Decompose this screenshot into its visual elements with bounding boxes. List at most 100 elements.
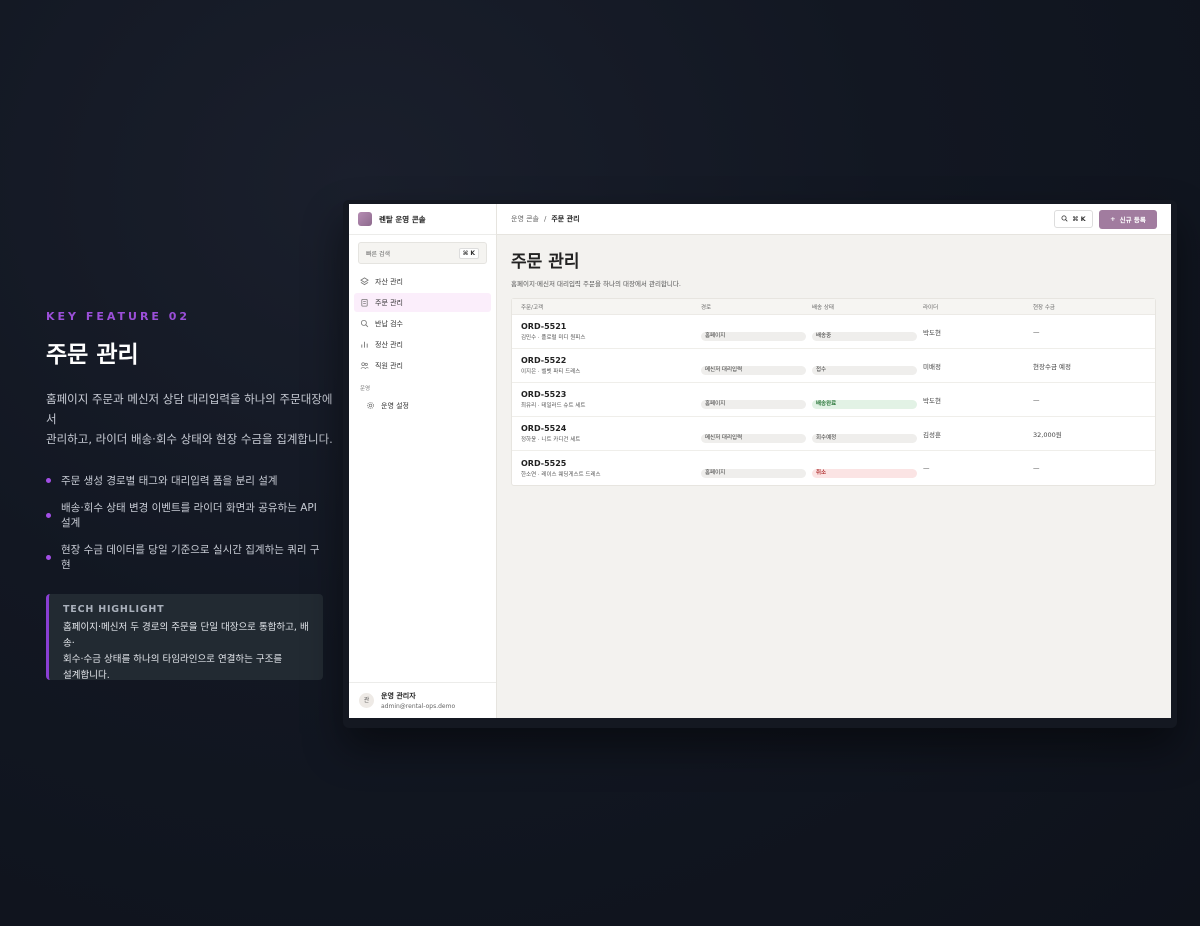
feature-description: 홈페이지 주문과 메신저 상담 대리입력을 하나의 주문대장에서 관리하고, 라… bbox=[46, 389, 336, 449]
rider-name: — bbox=[923, 464, 930, 472]
user-email: admin@rental-ops.demo bbox=[381, 703, 456, 710]
order-id: ORD-5525 bbox=[521, 458, 567, 468]
order-customer: 김민수 · 플로럴 미디 원피스 bbox=[521, 335, 586, 341]
status-badge: 배송완료 bbox=[812, 400, 917, 409]
sidebar-item-label: 주문 관리 bbox=[375, 298, 403, 307]
table-row[interactable]: ORD-5523 최유리 · 테일러드 슈트 세트 홈페이지 배송완료 박도현 … bbox=[512, 383, 1155, 417]
sidebar-item-label: 자산 관리 bbox=[375, 277, 403, 286]
table-row[interactable]: ORD-5521 김민수 · 플로럴 미디 원피스 홈페이지 배송중 박도현 — bbox=[512, 315, 1155, 349]
layers-icon bbox=[360, 277, 369, 286]
tech-highlight-text: 홈페이지·메신저 두 경로의 주문을 단일 대장으로 통합하고, 배송· 회수·… bbox=[63, 622, 309, 681]
column-header[interactable]: 라이더 bbox=[923, 303, 1033, 311]
sidebar-item-staff[interactable]: 직원 관리 bbox=[354, 356, 491, 375]
page-title: 주문 관리 bbox=[511, 252, 580, 272]
sidebar-item-returns[interactable]: 반납 검수 bbox=[354, 314, 491, 333]
breadcrumb-separator: / bbox=[544, 215, 547, 223]
table-row[interactable]: ORD-5525 한소연 · 레이스 웨딩게스트 드레스 홈페이지 취소 — — bbox=[512, 451, 1155, 485]
sidebar-item-settings[interactable]: 운영 설정 bbox=[354, 396, 491, 415]
sidebar: 렌탈 운영 콘솔 빠른 검색 ⌘ K 자산 관리 주문 관리 반납 검수 정산 … bbox=[349, 204, 497, 718]
tech-highlight: TECH HIGHLIGHT 홈페이지·메신저 두 경로의 주문을 단일 대장으… bbox=[46, 594, 323, 681]
sidebar-item-label: 반납 검수 bbox=[375, 319, 403, 328]
column-header[interactable]: 경로 bbox=[701, 303, 812, 311]
sidebar-item-orders[interactable]: 주문 관리 bbox=[354, 293, 491, 312]
feature-bullet: 현장 수금 데이터를 당일 기준으로 실시간 집계하는 쿼리 구현 bbox=[46, 542, 326, 572]
plus-icon: + bbox=[1110, 215, 1116, 223]
order-id: ORD-5522 bbox=[521, 356, 567, 365]
feature-bullet: 주문 생성 경로별 태그와 대리입력 폼을 분리 설계 bbox=[46, 473, 326, 488]
tech-highlight-label: TECH HIGHLIGHT bbox=[63, 604, 165, 615]
order-customer: 이지은 · 벨벳 파티 드레스 bbox=[521, 369, 581, 375]
brand-name: 렌탈 운영 콘솔 bbox=[379, 214, 426, 224]
order-customer: 정하윤 · 니트 카디건 세트 bbox=[521, 437, 581, 443]
feature-description-line: 관리하고, 라이더 배송·회수 상태와 현장 수금을 집계합니다. bbox=[46, 432, 333, 446]
column-header[interactable]: 배송 상태 bbox=[812, 303, 923, 311]
feature-bullet: 배송·회수 상태 변경 이벤트를 라이더 화면과 공유하는 API 설계 bbox=[46, 500, 326, 530]
status-badge: 취소 bbox=[812, 468, 917, 478]
orders-table: 주문/고객 경로 배송 상태 라이더 현장 수금 ORD-5521 김민수 · … bbox=[511, 298, 1156, 486]
sidebar-section-label: 운영 bbox=[360, 386, 371, 392]
quick-search-placeholder: 빠른 검색 bbox=[366, 250, 390, 258]
table-row[interactable]: ORD-5524 정하윤 · 니트 카디건 세트 메신저 대리입력 회수예정 김… bbox=[512, 417, 1155, 451]
new-order-label: 신규 등록 bbox=[1119, 216, 1146, 224]
table-header: 주문/고객 경로 배송 상태 라이더 현장 수금 bbox=[512, 299, 1155, 315]
order-id: ORD-5523 bbox=[521, 390, 567, 399]
rider-name: 박도현 bbox=[923, 328, 941, 337]
new-order-button[interactable]: + 신규 등록 bbox=[1099, 209, 1157, 229]
feature-kicker: KEY FEATURE 02 bbox=[46, 310, 191, 323]
user-name: 운영 관리자 bbox=[381, 692, 416, 700]
payment-value: — bbox=[1033, 464, 1040, 472]
sidebar-item-label: 정산 관리 bbox=[375, 340, 403, 349]
channel-badge: 홈페이지 bbox=[701, 400, 806, 409]
table-row[interactable]: ORD-5522 이지은 · 벨벳 파티 드레스 메신저 대리입력 접수 미배정… bbox=[512, 349, 1155, 383]
status-badge: 접수 bbox=[812, 366, 917, 375]
rider-name: 김성훈 bbox=[923, 430, 941, 439]
quick-search-input[interactable]: 빠른 검색 ⌘ K bbox=[358, 242, 487, 264]
bullet-dot-icon bbox=[46, 512, 51, 518]
breadcrumb-current: 주문 관리 bbox=[551, 215, 580, 223]
sidebar-item-settlement[interactable]: 정산 관리 bbox=[354, 335, 491, 354]
top-actions: ⌘ K + 신규 등록 bbox=[1054, 209, 1157, 229]
brand: 렌탈 운영 콘솔 bbox=[349, 204, 496, 235]
main-area: 운영 콘솔 / 주문 관리 ⌘ K + 신규 등록 주문 관리 홈페이지·메신저… bbox=[497, 204, 1171, 718]
search-button[interactable]: ⌘ K bbox=[1054, 210, 1093, 228]
user-profile[interactable]: 관 운영 관리자 admin@rental-ops.demo bbox=[349, 682, 496, 718]
gear-icon bbox=[366, 401, 375, 410]
payment-value: 현장수금 예정 bbox=[1033, 362, 1071, 371]
page-subtitle: 홈페이지·메신저 대리입력 주문을 하나의 대장에서 관리합니다. bbox=[511, 280, 681, 288]
status-badge: 회수예정 bbox=[812, 434, 917, 443]
brand-logo-icon bbox=[358, 212, 372, 226]
payment-value: 32,000원 bbox=[1033, 430, 1062, 439]
channel-badge: 메신저 대리입력 bbox=[701, 366, 806, 375]
order-id: ORD-5524 bbox=[521, 424, 567, 433]
sidebar-item-label: 직원 관리 bbox=[375, 361, 403, 370]
order-id: ORD-5521 bbox=[521, 322, 567, 331]
bullet-dot-icon bbox=[46, 554, 51, 560]
channel-badge: 메신저 대리입력 bbox=[701, 434, 806, 443]
app-window: 렌탈 운영 콘솔 빠른 검색 ⌘ K 자산 관리 주문 관리 반납 검수 정산 … bbox=[349, 204, 1171, 718]
payment-value: — bbox=[1033, 395, 1040, 404]
payment-value: — bbox=[1033, 327, 1040, 336]
status-badge: 배송중 bbox=[812, 332, 917, 341]
avatar: 관 bbox=[359, 693, 374, 708]
sidebar-item-label: 운영 설정 bbox=[381, 401, 409, 410]
sidebar-nav: 자산 관리 주문 관리 반납 검수 정산 관리 직원 관리 운영 운영 설정 bbox=[349, 272, 496, 415]
search-shortcut: ⌘ K bbox=[1072, 215, 1086, 223]
channel-badge: 홈페이지 bbox=[701, 332, 806, 341]
feature-description-line: 홈페이지 주문과 메신저 상담 대리입력을 하나의 주문대장에서 bbox=[46, 392, 333, 426]
sidebar-item-assets[interactable]: 자산 관리 bbox=[354, 272, 491, 291]
users-icon bbox=[360, 361, 369, 370]
feature-title: 주문 관리 bbox=[46, 342, 139, 368]
channel-badge: 홈페이지 bbox=[701, 468, 806, 478]
rider-name: 미배정 bbox=[923, 362, 941, 371]
breadcrumb-root[interactable]: 운영 콘솔 bbox=[511, 214, 539, 224]
page-content: 주문 관리 홈페이지·메신저 대리입력 주문을 하나의 대장에서 관리합니다. … bbox=[497, 235, 1171, 498]
feature-panel: KEY FEATURE 02 주문 관리 홈페이지 주문과 메신저 상담 대리입… bbox=[46, 310, 333, 681]
column-header[interactable]: 현장 수금 bbox=[1033, 303, 1155, 311]
chart-icon bbox=[360, 340, 369, 349]
bullet-dot-icon bbox=[46, 478, 51, 483]
column-header[interactable]: 주문/고객 bbox=[512, 303, 701, 311]
search-icon bbox=[360, 319, 369, 328]
clipboard-icon bbox=[360, 298, 369, 307]
topbar: 운영 콘솔 / 주문 관리 ⌘ K + 신규 등록 bbox=[497, 204, 1171, 235]
quick-search-shortcut: ⌘ K bbox=[458, 247, 479, 259]
